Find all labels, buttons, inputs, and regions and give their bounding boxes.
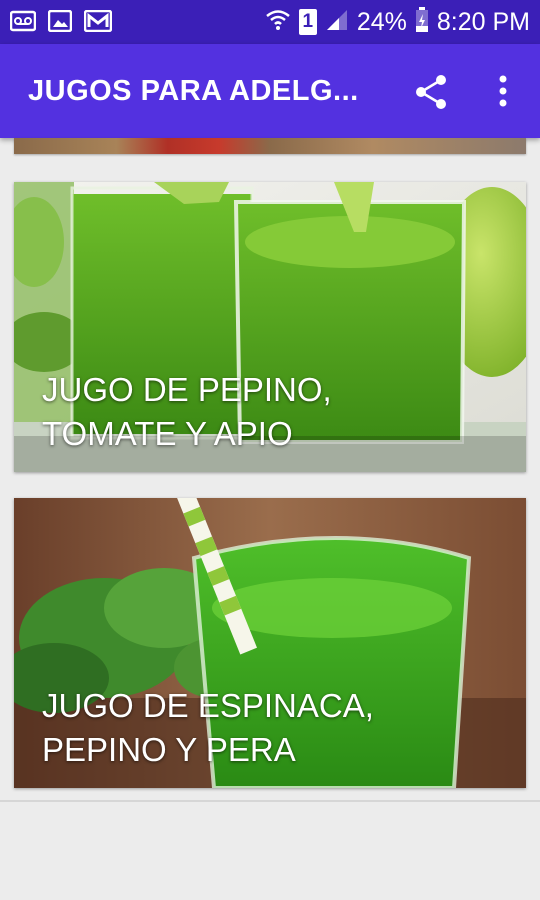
image-icon [48,10,72,32]
gmail-icon [84,10,112,32]
app-title: JUGOS PARA ADELG... [28,75,359,107]
signal-icon [325,8,349,36]
list-divider [0,800,540,802]
card-title-line2: TOMATE Y APIO [42,415,293,452]
card-jugo-pepino-tomate-apio[interactable]: JUGO DE PEPINO, TOMATE Y APIO [14,182,526,472]
card-title-line1: JUGO DE PEPINO, [42,371,332,408]
status-bar: 1 24% 8:20 PM [0,0,540,44]
card-title-line1: JUGO DE ESPINACA, [42,687,374,724]
sim-number: 1 [302,11,314,32]
more-vert-icon [499,75,507,107]
more-options-button[interactable] [488,72,518,112]
sim-icon: 1 [298,9,317,35]
battery-percent: 24% [356,8,407,36]
card-partial-top[interactable] [14,138,526,154]
card-title: JUGO DE PEPINO, TOMATE Y APIO [42,368,332,456]
battery-icon [415,7,429,37]
wifi-icon [265,8,291,36]
card-title-line2: PEPINO Y PERA [42,731,296,768]
app-bar: JUGOS PARA ADELG... [0,44,540,138]
card-title: JUGO DE ESPINACA, PEPINO Y PERA [42,684,374,772]
share-button[interactable] [412,72,452,112]
share-icon [416,75,446,109]
clock: 8:20 PM [436,8,530,36]
voicemail-icon [10,10,36,32]
card-jugo-espinaca-pepino-pera[interactable]: JUGO DE ESPINACA, PEPINO Y PERA [14,498,526,788]
